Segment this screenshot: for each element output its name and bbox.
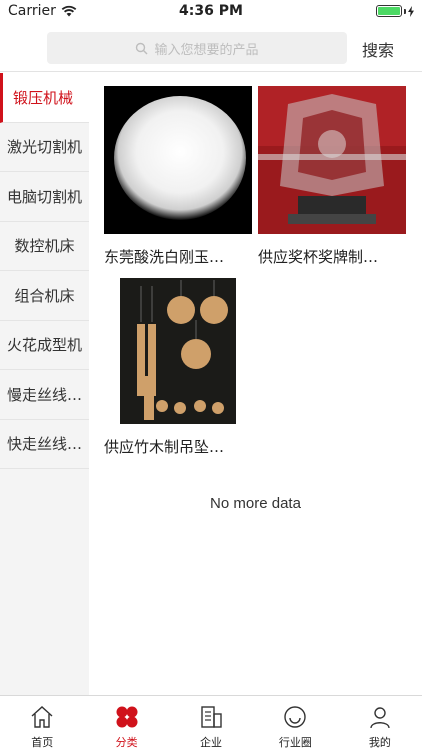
status-time: 4:36 PM bbox=[179, 3, 243, 19]
search-icon bbox=[136, 42, 148, 54]
search-input[interactable]: 输入您想要的产品 bbox=[47, 32, 347, 64]
product-card[interactable]: 供应竹木制吊坠… bbox=[104, 276, 252, 457]
sidebar-item-computer-cutting[interactable]: 电脑切割机 bbox=[0, 172, 89, 222]
sidebar-item-edm[interactable]: 火花成型机 bbox=[0, 321, 89, 370]
sidebar-item-fast-wire[interactable]: 快走丝线… bbox=[0, 420, 89, 469]
status-bar: Carrier 4:36 PM bbox=[0, 0, 422, 22]
tab-label: 分类 bbox=[115, 736, 138, 749]
sidebar-item-forging[interactable]: 锻压机械 bbox=[0, 73, 89, 123]
category-sidebar: 锻压机械 激光切割机 电脑切割机 数控机床 组合机床 火花成型机 慢走丝线… 快… bbox=[0, 73, 89, 695]
product-grid: 东莞酸洗白刚玉… 供应奖杯奖牌制… 供应竹木制吊坠… No more data bbox=[89, 73, 422, 695]
smile-icon bbox=[284, 706, 307, 728]
building-icon bbox=[201, 706, 222, 728]
tab-label: 首页 bbox=[31, 736, 54, 749]
search-placeholder: 输入您想要的产品 bbox=[154, 42, 259, 58]
product-card[interactable]: 东莞酸洗白刚玉… bbox=[104, 86, 252, 267]
sidebar-item-laser-cutting[interactable]: 激光切割机 bbox=[0, 123, 89, 172]
product-title: 东莞酸洗白刚玉… bbox=[104, 248, 225, 266]
product-image[interactable] bbox=[104, 86, 252, 234]
person-icon bbox=[370, 707, 390, 729]
product-title: 供应竹木制吊坠… bbox=[104, 438, 225, 456]
tab-category[interactable]: 分类 bbox=[84, 696, 168, 750]
tab-industry[interactable]: 行业圈 bbox=[253, 696, 337, 750]
tab-label: 行业圈 bbox=[278, 736, 312, 749]
tab-bar: 首页 分类 企业 行业圈 我的 bbox=[0, 695, 422, 750]
home-icon bbox=[31, 706, 53, 728]
product-image[interactable] bbox=[104, 276, 252, 424]
sidebar-item-cnc[interactable]: 数控机床 bbox=[0, 222, 89, 271]
tab-label: 企业 bbox=[200, 736, 223, 749]
tab-home[interactable]: 首页 bbox=[0, 696, 84, 750]
product-image[interactable] bbox=[258, 86, 406, 234]
sidebar-item-combined[interactable]: 组合机床 bbox=[0, 271, 89, 321]
no-more-data: No more data bbox=[210, 495, 301, 512]
category-icon bbox=[116, 706, 138, 728]
product-card[interactable]: 供应奖杯奖牌制… bbox=[258, 86, 406, 267]
tab-label: 我的 bbox=[368, 736, 391, 749]
search-button[interactable]: 搜索 bbox=[362, 37, 394, 61]
tab-mine[interactable]: 我的 bbox=[338, 696, 422, 750]
search-bar: 输入您想要的产品 搜索 bbox=[0, 22, 422, 72]
sidebar-item-slow-wire[interactable]: 慢走丝线… bbox=[0, 370, 89, 420]
tab-enterprise[interactable]: 企业 bbox=[169, 696, 253, 750]
product-title: 供应奖杯奖牌制… bbox=[258, 248, 379, 266]
